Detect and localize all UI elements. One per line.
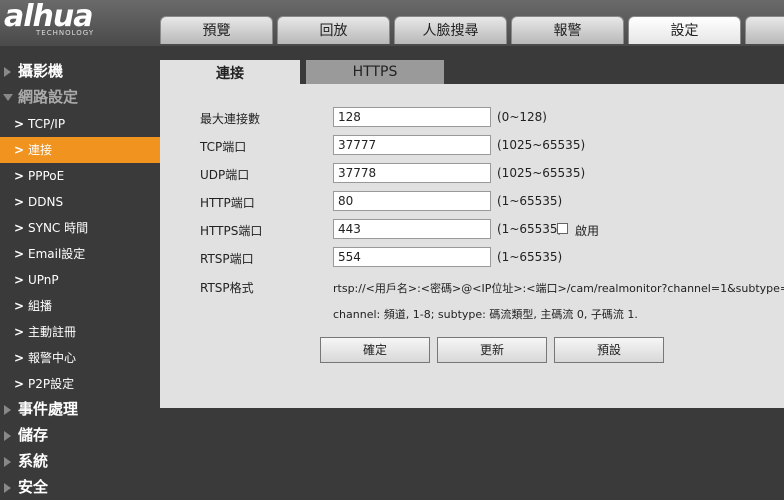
- https-enable-label: 啟用: [575, 224, 600, 238]
- sidebar-item-camera[interactable]: 攝影機: [0, 58, 160, 84]
- nav-tab-alarm[interactable]: 報警: [511, 16, 624, 44]
- nav-tab-settings[interactable]: 設定: [628, 16, 741, 44]
- sidebar-item-sync-time[interactable]: > SYNC 時間: [0, 215, 160, 241]
- sidebar-item-storage[interactable]: 儲存: [0, 422, 160, 448]
- chevron-right-icon: >: [14, 299, 25, 313]
- https-port-label: HTTPS端口: [200, 224, 263, 238]
- tab-https[interactable]: HTTPS: [306, 60, 444, 84]
- https-port-input[interactable]: [333, 219, 491, 239]
- brand-subtitle: TECHNOLOGY: [36, 29, 95, 37]
- expand-arrow-icon: [4, 483, 11, 493]
- sidebar-item-pppoe[interactable]: > PPPoE: [0, 163, 160, 189]
- expand-arrow-icon: [4, 67, 11, 77]
- sidebar-item-multicast[interactable]: > 組播: [0, 293, 160, 319]
- brand-logo: alhua: [4, 0, 93, 34]
- chevron-right-icon: >: [14, 325, 25, 339]
- udp-port-input[interactable]: [333, 163, 491, 183]
- max-connection-input[interactable]: [333, 107, 491, 127]
- tcp-port-label: TCP端口: [200, 140, 247, 154]
- sidebar-item-connection[interactable]: > 連接: [0, 137, 160, 163]
- rtsp-format-label: RTSP格式: [200, 281, 254, 295]
- sidebar-item-security[interactable]: 安全: [0, 474, 160, 500]
- nav-tab-preview[interactable]: 預覽: [160, 16, 273, 44]
- udp-port-range: (1025~65535): [497, 166, 586, 180]
- https-enable-checkbox[interactable]: [557, 223, 568, 234]
- main-nav: 預覽 回放 人臉搜尋 報警 設定: [160, 16, 784, 46]
- sidebar-item-network[interactable]: 網路設定: [0, 84, 160, 110]
- sidebar-item-system[interactable]: 系統: [0, 448, 160, 474]
- max-connection-range: (0~128): [497, 110, 547, 124]
- chevron-right-icon: >: [14, 221, 25, 235]
- chevron-right-icon: >: [14, 143, 25, 157]
- sidebar-item-alarm-center[interactable]: > 報警中心: [0, 345, 160, 371]
- max-connection-label: 最大連接數: [200, 112, 261, 126]
- ok-button[interactable]: 確定: [320, 337, 430, 363]
- expand-arrow-icon: [4, 405, 11, 415]
- header: alhua TECHNOLOGY 預覽 回放 人臉搜尋 報警 設定: [0, 0, 784, 46]
- sidebar-item-p2p[interactable]: > P2P設定: [0, 371, 160, 397]
- udp-port-label: UDP端口: [200, 168, 250, 182]
- tab-connection[interactable]: 連接: [160, 60, 300, 84]
- sidebar-item-auto-register[interactable]: > 主動註冊: [0, 319, 160, 345]
- http-port-label: HTTP端口: [200, 196, 255, 210]
- https-port-range: (1~65535): [497, 222, 563, 236]
- sidebar-item-email[interactable]: > Email設定: [0, 241, 160, 267]
- sidebar-item-event[interactable]: 事件處理: [0, 396, 160, 422]
- chevron-right-icon: >: [14, 351, 25, 365]
- chevron-right-icon: >: [14, 273, 25, 287]
- nav-tab-face-search[interactable]: 人臉搜尋: [394, 16, 507, 44]
- chevron-right-icon: >: [14, 377, 25, 391]
- sidebar-item-tcpip[interactable]: > TCP/IP: [0, 111, 160, 137]
- sidebar: 攝影機 網路設定 > TCP/IP > 連接 > PPPoE > DDNS > SYNC …: [0, 46, 160, 496]
- content-panel: 連接 HTTPS 最大連接數 (0~128) TCP端口 (1025~65535…: [160, 56, 784, 408]
- collapse-arrow-icon: [3, 94, 13, 101]
- rtsp-port-label: RTSP端口: [200, 252, 254, 266]
- sidebar-item-upnp[interactable]: > UPnP: [0, 267, 160, 293]
- rtsp-port-input[interactable]: [333, 247, 491, 267]
- rtsp-port-range: (1~65535): [497, 250, 563, 264]
- chevron-right-icon: >: [14, 117, 25, 131]
- default-button[interactable]: 預設: [554, 337, 664, 363]
- http-port-input[interactable]: [333, 191, 491, 211]
- refresh-button[interactable]: 更新: [437, 337, 547, 363]
- sidebar-item-ddns[interactable]: > DDNS: [0, 189, 160, 215]
- expand-arrow-icon: [4, 457, 11, 467]
- rtsp-format-url: rtsp://<用戶名>:<密碼>@<IP位址>:<端口>/cam/realmo…: [333, 282, 784, 295]
- chevron-right-icon: >: [14, 247, 25, 261]
- nav-tab-overflow[interactable]: [745, 16, 784, 44]
- tcp-port-input[interactable]: [333, 135, 491, 155]
- chevron-right-icon: >: [14, 195, 25, 209]
- nav-tab-playback[interactable]: 回放: [277, 16, 390, 44]
- chevron-right-icon: >: [14, 169, 25, 183]
- expand-arrow-icon: [4, 431, 11, 441]
- tcp-port-range: (1025~65535): [497, 138, 586, 152]
- http-port-range: (1~65535): [497, 194, 563, 208]
- rtsp-format-note: channel: 頻道, 1-8; subtype: 碼流類型, 主碼流 0, …: [333, 308, 638, 321]
